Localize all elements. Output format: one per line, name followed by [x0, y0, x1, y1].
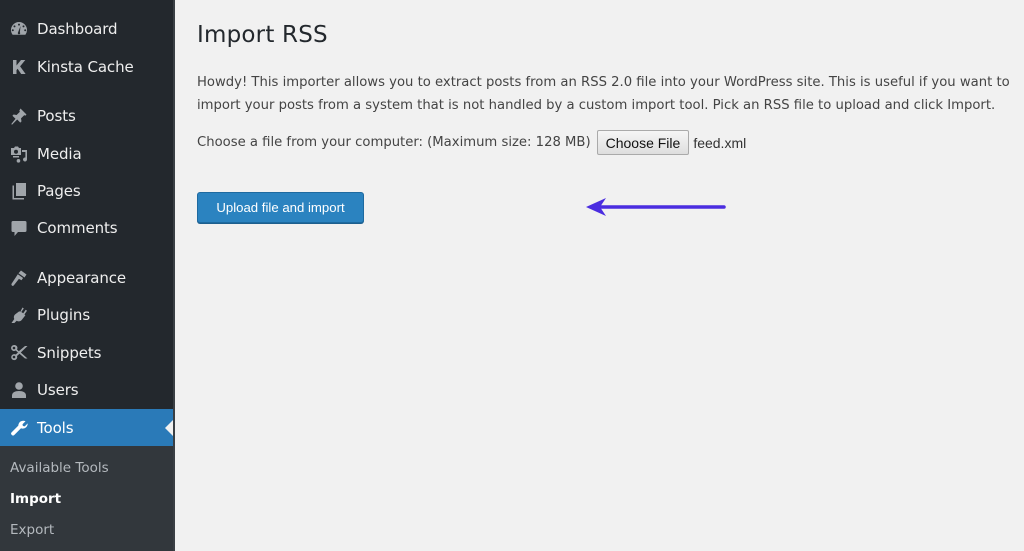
sidebar-item-plugins[interactable]: Plugins	[0, 298, 173, 332]
upload-file-and-import-button[interactable]: Upload file and import	[197, 192, 364, 223]
user-icon	[0, 380, 36, 400]
sidebar-item-label: Users	[37, 381, 79, 399]
sidebar-item-media[interactable]: Media	[0, 137, 173, 171]
sidebar-item-posts[interactable]: Posts	[0, 99, 173, 133]
sidebar-item-label: Snippets	[37, 344, 102, 362]
media-icon	[0, 144, 36, 164]
sidebar-item-label: Appearance	[37, 269, 127, 287]
sidebar-item-label: Dashboard	[37, 20, 118, 38]
file-upload-row: Choose a file from your computer: (Maxim…	[197, 130, 746, 155]
plug-icon	[0, 305, 36, 325]
submenu-item-available-tools[interactable]: Available Tools	[10, 460, 109, 476]
sidebar-item-label: Pages	[37, 182, 81, 200]
wrench-icon	[0, 418, 36, 438]
sidebar-item-label: Tools	[37, 418, 74, 437]
admin-sidebar: Dashboard Kinsta Cache Posts Media Pages…	[0, 0, 175, 551]
sidebar-item-label: Kinsta Cache	[37, 58, 134, 76]
file-upload-label: Choose a file from your computer: (Maxim…	[197, 135, 591, 150]
paintbrush-icon	[0, 268, 36, 288]
sidebar-item-tools[interactable]: Tools	[0, 409, 173, 446]
sidebar-item-label: Plugins	[37, 306, 91, 324]
annotation-arrow-icon	[586, 198, 726, 216]
kinsta-k-icon	[0, 57, 36, 77]
sidebar-item-snippets[interactable]: Snippets	[0, 336, 173, 370]
submenu-item-import[interactable]: Import	[10, 491, 61, 507]
sidebar-item-appearance[interactable]: Appearance	[0, 261, 173, 295]
sidebar-item-label: Posts	[37, 107, 76, 125]
importer-description: Howdy! This importer allows you to extra…	[197, 75, 1010, 113]
choose-file-button[interactable]: Choose File	[596, 130, 690, 155]
selected-file-name: feed.xml	[693, 134, 747, 151]
pushpin-icon	[0, 106, 36, 126]
submenu-item-export[interactable]: Export	[10, 522, 54, 538]
dashboard-icon	[0, 19, 36, 39]
active-indicator-notch	[165, 419, 173, 436]
sidebar-item-users[interactable]: Users	[0, 373, 173, 407]
tools-submenu: Available Tools Import Export	[0, 446, 173, 551]
pages-icon	[0, 181, 36, 201]
sidebar-item-comments[interactable]: Comments	[0, 211, 173, 245]
sidebar-item-dashboard[interactable]: Dashboard	[0, 12, 173, 46]
sidebar-item-label: Media	[37, 145, 82, 163]
sidebar-item-kinsta-cache[interactable]: Kinsta Cache	[0, 50, 173, 84]
sidebar-item-pages[interactable]: Pages	[0, 174, 173, 208]
scissors-icon	[0, 343, 36, 363]
sidebar-item-label: Comments	[37, 219, 118, 237]
page-title: Import RSS	[197, 22, 328, 48]
comment-icon	[0, 218, 36, 238]
